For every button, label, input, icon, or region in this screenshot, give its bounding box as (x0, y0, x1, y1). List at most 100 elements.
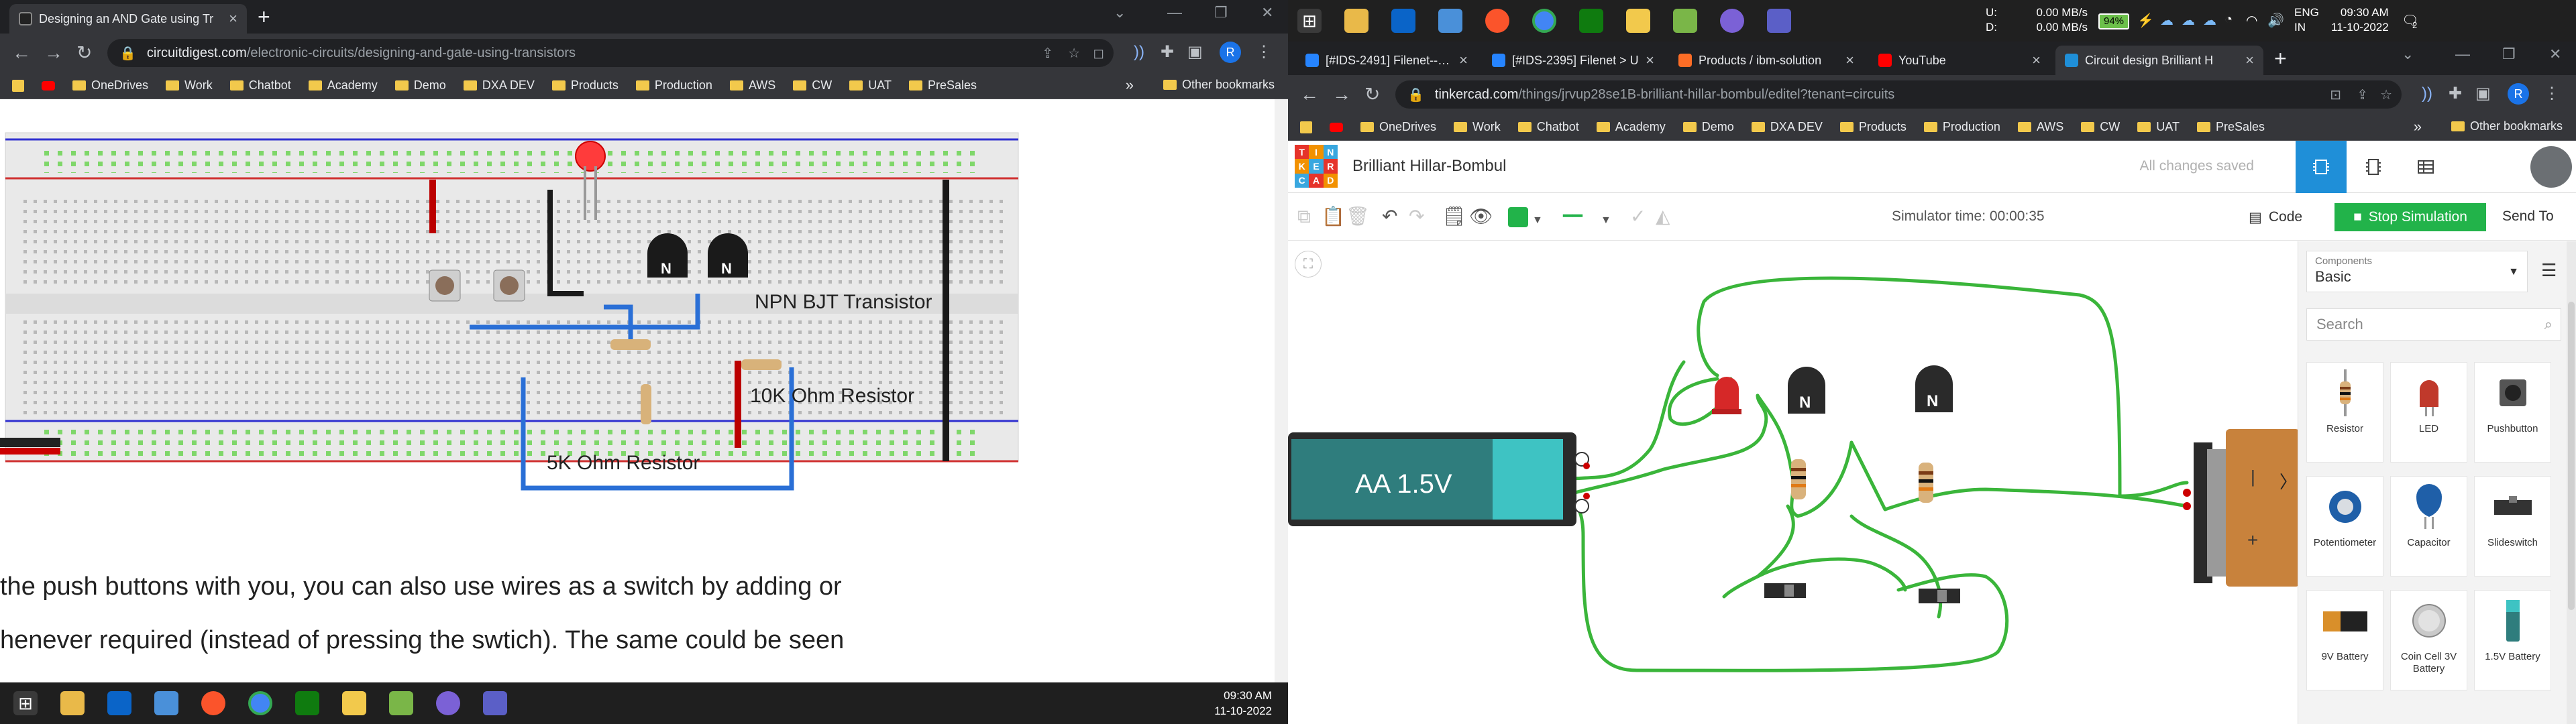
bookmark-item[interactable]: Academy (308, 78, 378, 93)
install-app-icon[interactable]: ⊡ (2330, 86, 2341, 103)
tab-jira-2395[interactable]: [#IDS-2395] Filenet > U × (1483, 46, 1664, 75)
slideswitch-knob[interactable] (1784, 585, 1794, 597)
close-tab-icon[interactable]: × (1459, 52, 1468, 69)
read-aloud-icon[interactable]: )) (1134, 42, 1144, 62)
sidepanel-icon[interactable]: ▣ (1187, 42, 1203, 62)
user-avatar[interactable] (2530, 146, 2572, 188)
bookmark-item[interactable]: Work (1454, 120, 1501, 134)
close-tab-icon[interactable]: × (2032, 52, 2041, 69)
bookmark-item[interactable]: Chatbot (229, 78, 291, 93)
start-windows-icon[interactable]: ⊞ (1297, 9, 1322, 33)
terminal-point[interactable] (1583, 493, 1590, 499)
brave-icon[interactable] (201, 691, 225, 715)
teams-icon[interactable] (483, 691, 507, 715)
battery-2-body[interactable] (2226, 429, 2298, 587)
app-icon[interactable] (1673, 9, 1697, 33)
bookmark-star-icon[interactable]: ☆ (2380, 86, 2392, 103)
bookmark-item[interactable]: Demo (394, 78, 446, 93)
bookmark-item[interactable]: PreSales (2196, 120, 2265, 134)
reload-icon[interactable]: ↻ (1364, 83, 1380, 106)
bookmark-item[interactable]: PreSales (908, 78, 977, 93)
bookmark-apps[interactable] (12, 79, 24, 92)
components-dropdown[interactable]: Components Basic ▼ (2306, 251, 2528, 292)
app-icon[interactable] (436, 691, 460, 715)
file-explorer-icon[interactable] (1344, 9, 1368, 33)
component-9v-battery[interactable]: 9V Battery (2306, 590, 2383, 690)
component-pushbutton[interactable]: Pushbutton (2474, 362, 2551, 463)
sidepanel-icon[interactable]: ▣ (2475, 84, 2491, 104)
bookmark-item[interactable]: Work (166, 78, 213, 93)
bookmark-item[interactable]: AWS (2017, 120, 2063, 134)
tab-circuitdigest[interactable]: Designing an AND Gate using Tr × (9, 4, 247, 34)
terminal-point[interactable] (2183, 489, 2191, 497)
outlook-icon[interactable] (107, 691, 131, 715)
bookmark-youtube[interactable] (42, 80, 55, 90)
sticky-notes-icon[interactable] (1626, 9, 1650, 33)
circuit-canvas[interactable]: ⛶ AA 1.5V N N | + 〉 (1288, 241, 2298, 724)
bookmark-apps[interactable] (1300, 121, 1312, 133)
battery-plus-terminal[interactable] (1574, 499, 1589, 514)
bookmark-item[interactable]: AWS (729, 78, 775, 93)
address-bar[interactable]: 🔒 tinkercad.com/things/jrvup28se1B-brill… (1395, 80, 2402, 109)
delete-icon[interactable]: 🗑 (1346, 206, 1370, 227)
taskbar-clock[interactable]: 09:30 AM 11-10-2022 (2331, 5, 2389, 35)
tinkercad-logo[interactable]: T I N K E R C A D (1295, 145, 1338, 188)
language-indicator[interactable]: ENG IN (2294, 5, 2319, 35)
list-view-icon[interactable]: ☰ (2541, 260, 2557, 281)
component-resistor[interactable]: Resistor (2306, 362, 2383, 463)
collapse-panel-chevron-icon[interactable]: 〉 (2279, 472, 2297, 492)
bookmark-item[interactable]: Academy (1596, 120, 1666, 134)
component-list-button[interactable] (2400, 141, 2451, 193)
tab-youtube[interactable]: YouTube × (1869, 46, 2050, 75)
close-tab-icon[interactable]: × (2245, 52, 2254, 69)
share-icon[interactable]: ⇪ (1042, 45, 1053, 62)
terminal-point[interactable] (1583, 463, 1590, 469)
menu-kebab-icon[interactable]: ⋮ (1256, 42, 1272, 62)
teams-icon[interactable] (1767, 9, 1791, 33)
taskbar-clock[interactable]: 09:30 AM 11-10-2022 (1214, 688, 1272, 719)
terminal-point[interactable] (2183, 502, 2191, 510)
puzzle-extensions-icon[interactable]: ✚ (1161, 42, 1174, 62)
restore-icon[interactable]: ❐ (2502, 46, 2516, 63)
tab-search-icon[interactable]: ⌄ (2402, 46, 2414, 63)
minimize-icon[interactable]: — (2455, 46, 2470, 63)
wire[interactable] (1561, 491, 2009, 672)
wire-type-dropdown-icon[interactable]: ▼ (1601, 210, 1611, 231)
slideswitch-knob[interactable] (1937, 590, 1947, 602)
excel-icon[interactable] (1579, 9, 1603, 33)
read-aloud-icon[interactable]: )) (2422, 84, 2432, 104)
back-icon[interactable]: ← (1300, 83, 1319, 106)
file-explorer-icon[interactable] (60, 691, 85, 715)
new-tab-button[interactable]: + (258, 5, 270, 28)
puzzle-extensions-icon[interactable]: ✚ (2449, 84, 2462, 104)
bookmark-item[interactable]: CW (793, 78, 832, 93)
brave-icon[interactable] (1485, 9, 1509, 33)
bookmark-item[interactable]: Products (551, 78, 619, 93)
extension-icon[interactable]: ◻ (1093, 45, 1104, 62)
bookmark-item[interactable]: DXA DEV (463, 78, 535, 93)
bookmark-item[interactable]: Demo (1682, 120, 1734, 134)
minimize-icon[interactable]: — (1167, 4, 1182, 21)
outlook-icon[interactable] (1391, 9, 1415, 33)
flip-icon[interactable]: ◭ (1656, 206, 1670, 227)
component-potentiometer[interactable]: Potentiometer (2306, 476, 2383, 577)
wire-color-swatch[interactable] (1508, 207, 1528, 227)
bookmark-item[interactable]: CW (2081, 120, 2120, 134)
component-led[interactable]: LED (2390, 362, 2467, 463)
design-title[interactable]: Brilliant Hillar-Bombul (1352, 157, 1506, 176)
bookmark-star-icon[interactable]: ☆ (1068, 45, 1080, 62)
address-bar[interactable]: 🔒 circuitdigest.com/electronic-circuits/… (107, 39, 1114, 67)
stop-simulation-button[interactable]: ■ Stop Simulation (2334, 203, 2486, 231)
other-bookmarks[interactable]: Other bookmarks (1163, 78, 1275, 92)
notes-visibility-icon[interactable]: 👁 (1469, 206, 1493, 227)
tab-jira-2491[interactable]: [#IDS-2491] Filenet-->C × (1296, 46, 1477, 75)
tray-icon[interactable]: ◔ (2224, 12, 2233, 27)
close-window-icon[interactable]: ✕ (2549, 46, 2561, 63)
other-bookmarks[interactable]: Other bookmarks (2451, 119, 2563, 133)
led-component[interactable] (1715, 377, 1739, 412)
bookmark-item[interactable]: UAT (849, 78, 892, 93)
component-coin-cell[interactable]: Coin Cell 3V Battery (2390, 590, 2467, 690)
close-tab-icon[interactable]: × (1845, 52, 1854, 69)
bookmark-item[interactable]: UAT (2137, 120, 2180, 134)
schematic-view-button[interactable] (2348, 141, 2399, 193)
